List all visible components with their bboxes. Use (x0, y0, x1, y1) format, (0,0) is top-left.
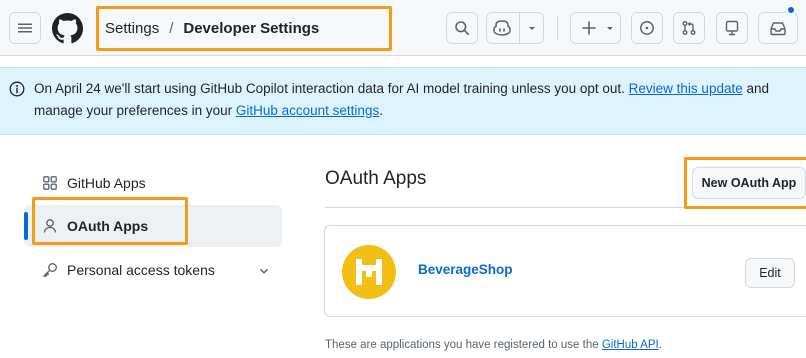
breadcrumb-current[interactable]: Developer Settings (183, 20, 319, 37)
account-settings-link[interactable]: GitHub account settings (236, 103, 379, 118)
info-icon (9, 81, 25, 97)
app-name-link[interactable]: BeverageShop (418, 262, 513, 277)
hamburger-icon (17, 20, 33, 36)
sidebar-item-personal-access-tokens[interactable]: Personal access tokens (24, 249, 282, 291)
footer-text-before: These are applications you have register… (325, 339, 602, 351)
active-indicator (24, 212, 28, 240)
notification-indicator (786, 5, 796, 15)
banner-text-after: . (379, 103, 383, 118)
plus-icon (581, 20, 597, 36)
review-update-link[interactable]: Review this update (629, 81, 743, 96)
global-header: Settings / Developer Settings (0, 0, 806, 56)
inbox-button[interactable] (758, 12, 798, 44)
breadcrumb-separator: / (169, 20, 174, 37)
copilot-divider (519, 13, 520, 43)
issues-icon (639, 20, 655, 36)
inbox-icon (769, 20, 787, 36)
chevron-down-icon[interactable] (258, 264, 270, 280)
banner-message: On April 24 we'll start using GitHub Cop… (34, 78, 794, 122)
codespaces-icon (724, 20, 740, 36)
key-icon (42, 262, 58, 278)
sidebar-item-label: GitHub Apps (67, 175, 146, 191)
page-title: OAuth Apps (325, 168, 427, 189)
header-divider (557, 16, 558, 40)
copilot-icon (492, 19, 512, 37)
oauth-apps-highlight (32, 197, 188, 245)
breadcrumb: Settings / Developer Settings (96, 6, 392, 51)
footer-note: These are applications you have register… (325, 339, 662, 351)
chevron-down-icon (604, 22, 616, 34)
search-icon (454, 20, 470, 36)
open-menu-button[interactable] (9, 12, 41, 44)
codespaces-button[interactable] (716, 12, 748, 44)
copilot-data-banner: On April 24 we'll start using GitHub Cop… (0, 67, 806, 135)
app-avatar (342, 245, 396, 299)
issues-button[interactable] (631, 12, 663, 44)
search-button[interactable] (446, 12, 478, 44)
chevron-down-icon[interactable] (526, 22, 538, 34)
oauth-app-card: BeverageShop Edit (324, 225, 806, 317)
pull-requests-button[interactable] (673, 12, 705, 44)
new-oauth-app-highlight (684, 157, 806, 209)
banner-text-before: On April 24 we'll start using GitHub Cop… (34, 81, 629, 96)
github-api-link[interactable]: GitHub API (602, 339, 659, 351)
create-new-button[interactable] (570, 12, 621, 44)
breadcrumb-settings-link[interactable]: Settings (105, 20, 159, 37)
pull-requests-icon (681, 20, 697, 36)
apps-grid-icon (42, 175, 58, 191)
edit-app-button[interactable]: Edit (745, 258, 795, 288)
copilot-button[interactable] (486, 12, 544, 44)
sidebar-item-label: Personal access tokens (67, 262, 215, 278)
footer-text-after: . (658, 339, 662, 351)
github-logo[interactable] (52, 13, 83, 44)
